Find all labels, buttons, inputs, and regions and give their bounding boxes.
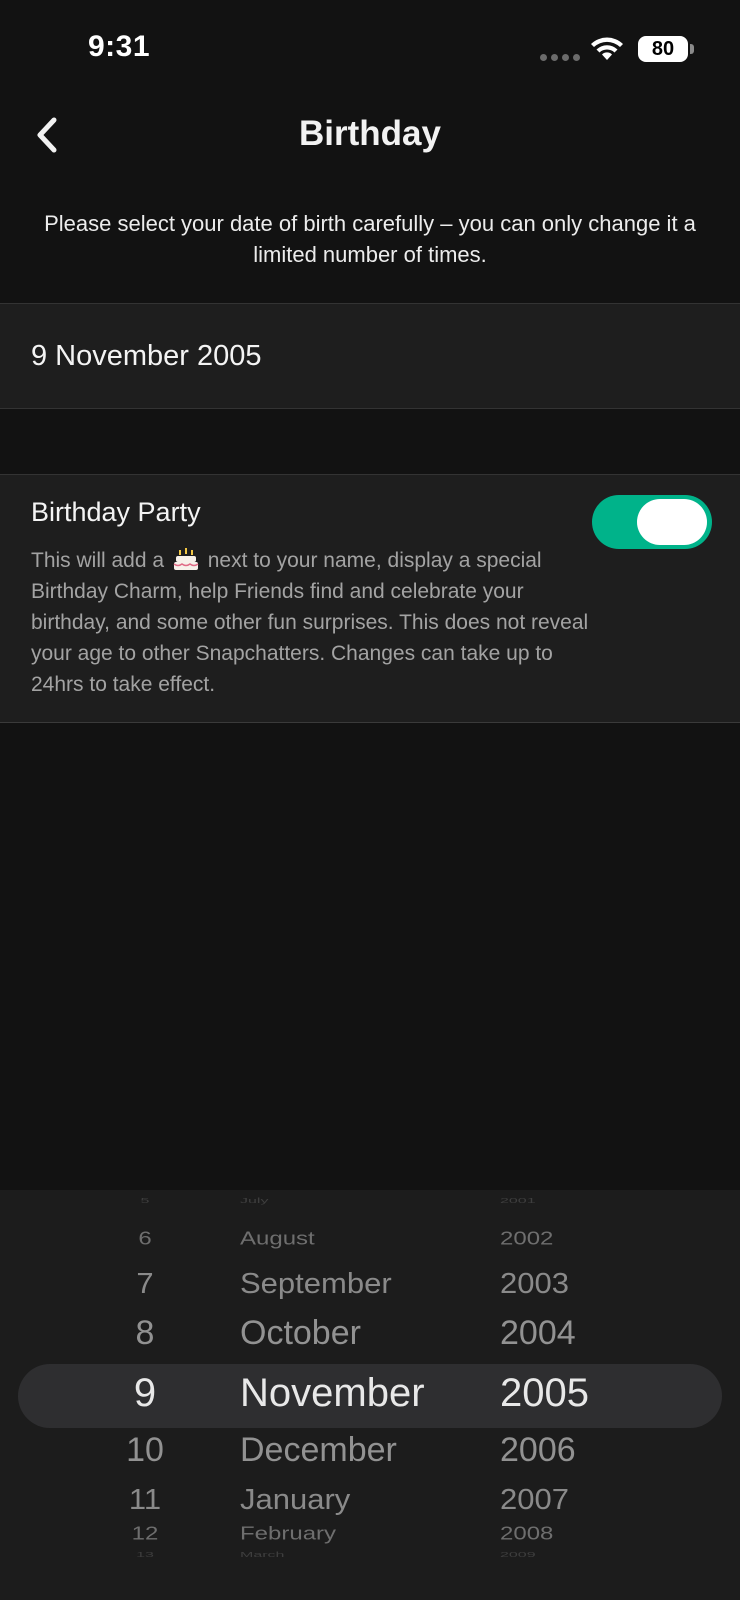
picker-month-item[interactable]: July xyxy=(220,1197,470,1205)
picker-year-item[interactable]: 2004 xyxy=(480,1314,630,1353)
birthday-date-row[interactable]: 9 November 2005 xyxy=(0,303,740,409)
picker-month-item[interactable]: September xyxy=(220,1267,470,1300)
picker-year-item[interactable]: 2007 xyxy=(480,1483,630,1516)
battery-icon: 80 xyxy=(638,36,688,62)
picker-year-item[interactable]: 2001 xyxy=(480,1197,630,1205)
birthday-party-section: Birthday Party This will add a next to y… xyxy=(0,474,740,723)
picker-day-item[interactable]: 5 xyxy=(100,1197,190,1205)
date-picker[interactable]: 5 6 7 8 9 10 11 12 13 July August Septem… xyxy=(0,1190,740,1600)
battery-nub xyxy=(690,44,694,54)
picker-year-item[interactable]: 2009 xyxy=(480,1551,630,1559)
day-wheel[interactable]: 5 6 7 8 9 10 11 12 13 xyxy=(100,1190,190,1600)
picker-day-selected[interactable]: 9 xyxy=(100,1371,190,1416)
picker-day-item[interactable]: 7 xyxy=(100,1267,190,1300)
picker-year-item[interactable]: 2008 xyxy=(480,1523,630,1545)
picker-year-item[interactable]: 2006 xyxy=(480,1431,630,1470)
wifi-icon xyxy=(591,37,623,60)
status-time: 9:31 xyxy=(88,30,151,63)
picker-day-item[interactable]: 12 xyxy=(100,1523,190,1545)
party-desc-before: This will add a xyxy=(31,549,165,572)
page-title: Birthday xyxy=(299,114,441,153)
picker-month-item[interactable]: October xyxy=(220,1314,470,1353)
picker-day-item[interactable]: 8 xyxy=(100,1314,190,1353)
picker-day-item[interactable]: 6 xyxy=(100,1228,190,1250)
birthday-party-toggle[interactable] xyxy=(592,495,712,549)
birthday-notice: Please select your date of birth careful… xyxy=(44,211,696,267)
picker-year-item[interactable]: 2003 xyxy=(480,1267,630,1300)
birthday-party-title: Birthday Party xyxy=(31,497,201,527)
picker-month-selected[interactable]: November xyxy=(220,1371,470,1416)
status-bar: 9:31 80 xyxy=(0,0,740,100)
picker-month-item[interactable]: February xyxy=(220,1523,470,1545)
birthday-party-description: This will add a next to your name, displ… xyxy=(31,545,591,700)
picker-month-item[interactable]: August xyxy=(220,1228,470,1250)
cellular-signal-icon xyxy=(540,54,580,61)
month-wheel[interactable]: July August September October November D… xyxy=(220,1190,470,1600)
nav-bar: Birthday xyxy=(0,100,740,180)
picker-day-item[interactable]: 13 xyxy=(100,1551,190,1559)
picker-month-item[interactable]: December xyxy=(220,1431,470,1470)
birthday-cake-icon xyxy=(173,548,199,570)
picker-month-item[interactable]: March xyxy=(220,1551,470,1559)
year-wheel[interactable]: 2001 2002 2003 2004 2005 2006 2007 2008 … xyxy=(480,1190,630,1600)
birthday-date-value: 9 November 2005 xyxy=(31,340,262,372)
picker-month-item[interactable]: January xyxy=(220,1483,470,1516)
picker-year-item[interactable]: 2002 xyxy=(480,1228,630,1250)
toggle-knob xyxy=(637,499,707,545)
picker-day-item[interactable]: 11 xyxy=(100,1483,190,1516)
picker-day-item[interactable]: 10 xyxy=(100,1431,190,1470)
picker-year-selected[interactable]: 2005 xyxy=(480,1371,630,1416)
